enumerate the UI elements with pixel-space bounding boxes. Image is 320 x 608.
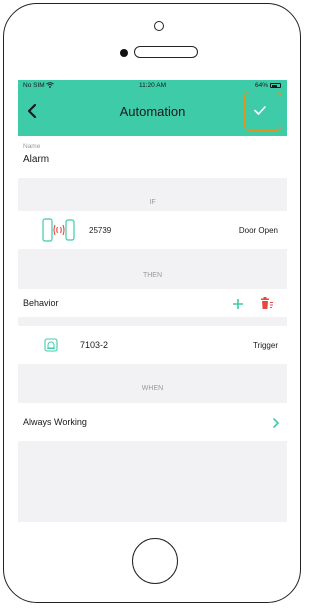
if-device-state: Door Open [238, 226, 278, 235]
siren-icon [44, 338, 58, 357]
chevron-right-icon [272, 416, 280, 434]
confirm-highlight-box [244, 91, 282, 131]
home-button[interactable] [132, 538, 178, 584]
earpiece-speaker [134, 46, 198, 58]
name-field[interactable]: Name Alarm [18, 136, 287, 178]
battery-icon [270, 83, 281, 88]
behavior-label: Behavior [23, 298, 59, 308]
top-bar: No SIM 11:20 AM 64% Automation [18, 80, 287, 136]
trash-icon [261, 297, 273, 309]
add-behavior-button[interactable] [232, 297, 244, 315]
when-schedule-text: Always Working [23, 417, 87, 427]
when-schedule-row[interactable]: Always Working [18, 403, 287, 441]
name-label: Name [23, 143, 41, 150]
plus-icon [233, 299, 243, 309]
then-action-row[interactable]: 7103-2 Trigger [18, 326, 287, 364]
then-device-command: Trigger [252, 341, 278, 350]
status-bar-battery: 64% [255, 82, 281, 89]
when-section-label: WHEN [141, 385, 164, 392]
battery-percent: 64% [254, 82, 268, 89]
if-device-id: 25739 [89, 226, 112, 235]
if-condition-row[interactable]: 25739 Door Open [18, 211, 287, 249]
status-bar-time: 11:20 AM [139, 82, 166, 89]
door-sensor-icon [42, 218, 76, 247]
front-camera [154, 21, 164, 31]
name-value[interactable]: Alarm [23, 154, 49, 165]
if-section-label: IF [149, 199, 156, 206]
proximity-sensor [120, 49, 128, 57]
then-section-label: THEN [142, 272, 163, 279]
delete-behavior-button[interactable] [260, 296, 274, 315]
app-screen: No SIM 11:20 AM 64% Automation Name Alar… [18, 80, 287, 522]
behavior-header-row: Behavior [18, 289, 287, 317]
then-device-id: 7103-2 [80, 340, 109, 350]
